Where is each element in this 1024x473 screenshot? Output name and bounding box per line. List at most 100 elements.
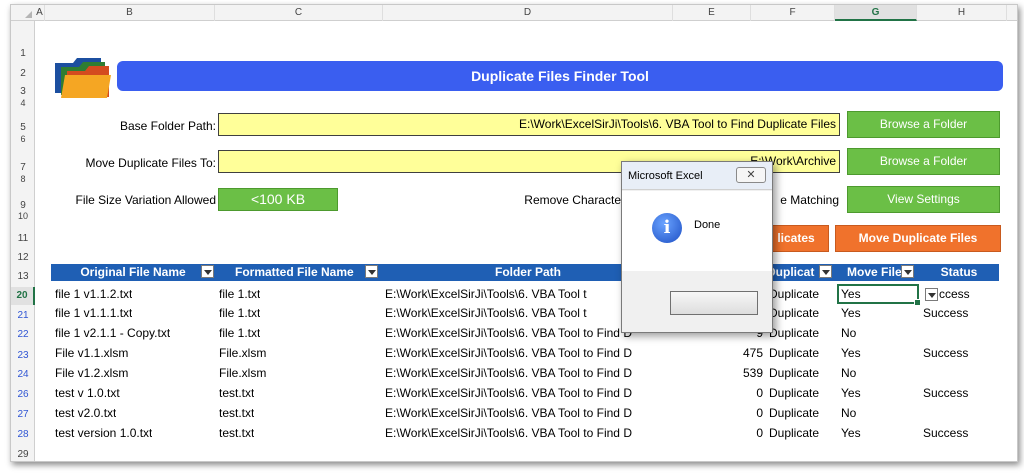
view-settings-button[interactable]: View Settings bbox=[847, 186, 1000, 213]
row-header[interactable]: 24 bbox=[11, 370, 35, 380]
column-header-g[interactable]: G bbox=[835, 5, 917, 21]
cell-folder[interactable]: E:\Work\ExcelSirJi\Tools\6. VBA Tool to … bbox=[385, 404, 675, 423]
row-header[interactable]: 3 bbox=[11, 87, 35, 97]
row-header[interactable]: 4 bbox=[11, 98, 35, 108]
cell-duplicate[interactable]: Duplicate bbox=[769, 285, 819, 304]
cell-move[interactable]: Yes bbox=[841, 304, 861, 323]
ok-button[interactable] bbox=[670, 291, 758, 315]
header-status[interactable]: Status bbox=[919, 264, 999, 281]
column-header-b[interactable]: B bbox=[45, 5, 215, 21]
cell-status[interactable]: ccess bbox=[939, 285, 970, 304]
column-header-h[interactable]: H bbox=[917, 5, 1007, 21]
row-header[interactable]: 21 bbox=[11, 311, 35, 321]
column-header-e[interactable]: E bbox=[673, 5, 751, 21]
cell-formatted[interactable]: file 1.txt bbox=[219, 285, 260, 304]
cell-duplicate[interactable]: Duplicate bbox=[769, 344, 819, 363]
cell-size[interactable]: 0 bbox=[675, 404, 763, 423]
cell-formatted[interactable]: File.xlsm bbox=[219, 364, 266, 383]
cell-original[interactable]: file 1 v2.1.1 - Copy.txt bbox=[55, 324, 170, 343]
cell-duplicate[interactable]: Duplicate bbox=[769, 304, 819, 323]
column-header-f[interactable]: F bbox=[751, 5, 835, 21]
row-header[interactable]: 23 bbox=[11, 351, 35, 361]
cell-status[interactable]: Success bbox=[923, 384, 968, 403]
cell-dropdown-icon[interactable] bbox=[925, 288, 938, 301]
browse-move-folder-button[interactable]: Browse a Folder bbox=[847, 148, 1000, 175]
cell-status[interactable]: Success bbox=[923, 424, 968, 443]
row-header[interactable]: 8 bbox=[11, 174, 35, 184]
cell-folder[interactable]: E:\Work\ExcelSirJi\Tools\6. VBA Tool to … bbox=[385, 344, 675, 363]
cell-formatted[interactable]: test.txt bbox=[219, 384, 254, 403]
row-header[interactable]: 7 bbox=[11, 163, 35, 173]
header-move-file[interactable]: Move File bbox=[837, 264, 917, 281]
header-original-file-name[interactable]: Original File Name bbox=[51, 264, 215, 281]
cell-status[interactable]: Success bbox=[923, 344, 968, 363]
cell-duplicate[interactable]: Duplicate bbox=[769, 384, 819, 403]
cell-original[interactable]: File v1.1.xlsm bbox=[55, 344, 128, 363]
cell-move[interactable]: No bbox=[841, 404, 856, 423]
cell-duplicate[interactable]: Duplicate bbox=[769, 364, 819, 383]
cell-formatted[interactable]: test.txt bbox=[219, 424, 254, 443]
filter-applied-icon[interactable] bbox=[819, 265, 832, 278]
filter-dropdown-icon[interactable] bbox=[365, 265, 378, 278]
cell-folder[interactable]: E:\Work\ExcelSirJi\Tools\6. VBA Tool to … bbox=[385, 424, 675, 443]
active-cell-selection[interactable] bbox=[837, 284, 921, 306]
row-header[interactable]: 12 bbox=[11, 253, 35, 263]
row-header[interactable]: 11 bbox=[11, 234, 35, 244]
column-header-a[interactable]: A bbox=[35, 5, 45, 21]
row-header[interactable]: 29 bbox=[11, 450, 35, 460]
cell-duplicate[interactable]: Duplicate bbox=[769, 404, 819, 423]
row-header[interactable]: 5 bbox=[11, 123, 35, 133]
row-header[interactable]: 9 bbox=[11, 201, 35, 211]
column-header-d[interactable]: D bbox=[383, 5, 673, 21]
header-formatted-file-name[interactable]: Formatted File Name bbox=[217, 264, 381, 281]
base-folder-input[interactable]: E:\Work\ExcelSirJi\Tools\6. VBA Tool to … bbox=[218, 113, 840, 136]
row-header[interactable]: 1 bbox=[11, 49, 35, 59]
cell-folder[interactable]: E:\Work\ExcelSirJi\Tools\6. VBA Tool t bbox=[385, 304, 625, 323]
cell-move[interactable]: No bbox=[841, 324, 856, 343]
cell-size[interactable]: 539 bbox=[675, 364, 763, 383]
header-move-label: Move File bbox=[847, 265, 902, 279]
cell-original[interactable]: test v2.0.txt bbox=[55, 404, 116, 423]
header-duplicate[interactable]: Duplicat bbox=[767, 264, 835, 281]
cell-move[interactable]: Yes bbox=[841, 344, 861, 363]
row-header-selected[interactable]: 20 bbox=[11, 287, 35, 305]
message-box-dialog[interactable]: Microsoft Excel ✕ i Done bbox=[621, 161, 773, 333]
select-all-corner[interactable] bbox=[11, 5, 35, 21]
row-header[interactable]: 28 bbox=[11, 430, 35, 440]
cell-duplicate[interactable]: Duplicate bbox=[769, 324, 819, 343]
cell-original[interactable]: File v1.2.xlsm bbox=[55, 364, 128, 383]
cell-formatted[interactable]: file 1.txt bbox=[219, 324, 260, 343]
cell-folder[interactable]: E:\Work\ExcelSirJi\Tools\6. VBA Tool to … bbox=[385, 364, 675, 383]
cell-move[interactable]: Yes bbox=[841, 424, 861, 443]
size-variation-value[interactable]: <100 KB bbox=[218, 188, 338, 211]
row-header[interactable]: 6 bbox=[11, 134, 35, 144]
cell-formatted[interactable]: file 1.txt bbox=[219, 304, 260, 323]
cell-formatted[interactable]: test.txt bbox=[219, 404, 254, 423]
cell-size[interactable]: 0 bbox=[675, 424, 763, 443]
cell-original[interactable]: test version 1.0.txt bbox=[55, 424, 152, 443]
cell-duplicate[interactable]: Duplicate bbox=[769, 424, 819, 443]
row-header[interactable]: 22 bbox=[11, 330, 35, 340]
browse-base-folder-button[interactable]: Browse a Folder bbox=[847, 111, 1000, 138]
move-duplicate-files-button[interactable]: Move Duplicate Files bbox=[835, 225, 1001, 252]
cell-status[interactable]: Success bbox=[923, 304, 968, 323]
cell-move[interactable]: No bbox=[841, 364, 856, 383]
row-header[interactable]: 10 bbox=[11, 211, 35, 221]
close-icon[interactable]: ✕ bbox=[736, 167, 766, 183]
cell-size[interactable]: 0 bbox=[675, 384, 763, 403]
row-header[interactable]: 27 bbox=[11, 410, 35, 420]
column-header-c[interactable]: C bbox=[215, 5, 383, 21]
cell-move[interactable]: Yes bbox=[841, 384, 861, 403]
row-header[interactable]: 26 bbox=[11, 390, 35, 400]
cell-folder[interactable]: E:\Work\ExcelSirJi\Tools\6. VBA Tool to … bbox=[385, 384, 675, 403]
cell-formatted[interactable]: File.xlsm bbox=[219, 344, 266, 363]
row-header[interactable]: 2 bbox=[11, 69, 35, 79]
filter-dropdown-icon[interactable] bbox=[901, 265, 914, 278]
cell-folder[interactable]: E:\Work\ExcelSirJi\Tools\6. VBA Tool t bbox=[385, 285, 625, 304]
row-header[interactable]: 13 bbox=[11, 272, 35, 282]
cell-original[interactable]: file 1 v1.1.2.txt bbox=[55, 285, 132, 304]
filter-dropdown-icon[interactable] bbox=[201, 265, 214, 278]
cell-original[interactable]: test v 1.0.txt bbox=[55, 384, 120, 403]
cell-original[interactable]: file 1 v1.1.1.txt bbox=[55, 304, 132, 323]
cell-size[interactable]: 475 bbox=[675, 344, 763, 363]
